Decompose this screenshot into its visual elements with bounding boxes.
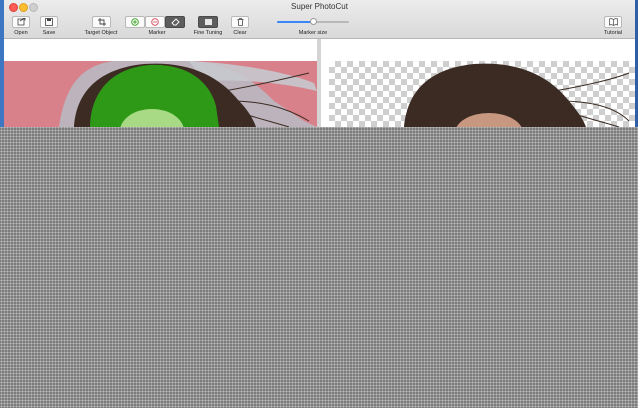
tutorial-label: Tutorial bbox=[603, 30, 623, 36]
tutorial-button[interactable] bbox=[604, 16, 622, 28]
eraser-icon bbox=[170, 18, 180, 26]
result-image-canvas bbox=[329, 61, 635, 127]
fine-tuning-icon bbox=[204, 19, 212, 25]
source-image-canvas[interactable] bbox=[4, 61, 317, 127]
app-window: Super PhotoCut Open Save Target Object M… bbox=[4, 0, 635, 127]
open-icon bbox=[17, 18, 25, 26]
minus-circle-icon bbox=[151, 18, 159, 26]
clear-label: Clear bbox=[233, 30, 247, 36]
trash-icon bbox=[237, 18, 243, 26]
crop-icon bbox=[97, 18, 106, 26]
target-object-label: Target Object bbox=[84, 30, 118, 36]
editor-pane[interactable] bbox=[4, 39, 317, 127]
window-title: Super PhotoCut bbox=[291, 2, 348, 11]
marker-size-slider[interactable] bbox=[277, 18, 349, 25]
eraser-button[interactable] bbox=[165, 16, 185, 28]
save-icon bbox=[45, 18, 53, 26]
title-bar: Super PhotoCut Open Save Target Object M… bbox=[4, 0, 635, 39]
save-label: Save bbox=[42, 30, 56, 36]
marker-size-slider-knob[interactable] bbox=[309, 18, 317, 25]
marker-add-button[interactable] bbox=[125, 16, 145, 28]
open-label: Open bbox=[14, 30, 28, 36]
book-icon bbox=[608, 18, 618, 26]
marker-size-label: Marker size bbox=[298, 30, 328, 36]
marker-size-slider-fill bbox=[277, 21, 313, 23]
portrait-photo bbox=[59, 61, 317, 127]
clear-button[interactable] bbox=[231, 16, 249, 28]
marker-remove-button[interactable] bbox=[145, 16, 165, 28]
fine-tuning-label: Fine Tuning bbox=[193, 30, 223, 36]
marker-label: Marker bbox=[148, 30, 166, 36]
plus-circle-icon bbox=[131, 18, 139, 26]
open-button[interactable] bbox=[12, 16, 30, 28]
save-button[interactable] bbox=[40, 16, 58, 28]
cutout-photo bbox=[404, 63, 630, 127]
target-object-button[interactable] bbox=[92, 16, 111, 28]
fine-tuning-button[interactable] bbox=[198, 16, 218, 28]
preview-pane bbox=[321, 39, 635, 127]
